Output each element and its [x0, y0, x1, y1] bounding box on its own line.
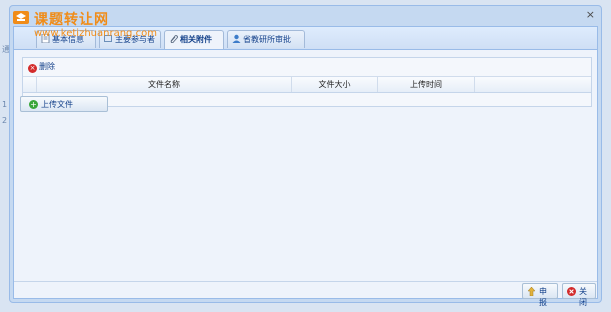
add-icon: + — [29, 100, 38, 109]
column-file-name[interactable]: 文件名称 — [37, 77, 292, 92]
dialog-body: 基本信息 主要参与者 相关附件 省教研所审批 × 删除 文件名称 文件大小 上传时… — [13, 26, 598, 307]
attachments-grid-header: 文件名称 文件大小 上传时间 — [23, 77, 591, 93]
dialog-window: 课题转让网 × www.ketizhuanrang.com 基本信息 主要参与者… — [9, 5, 602, 307]
submit-button[interactable]: 申报 — [522, 283, 558, 307]
tab-attachments[interactable]: 相关附件 — [164, 30, 224, 49]
tab-label: 省教研所审批 — [243, 35, 291, 44]
delete-icon: × — [28, 64, 37, 73]
column-upload-time[interactable]: 上传时间 — [378, 77, 475, 92]
close-icon[interactable]: × — [586, 8, 595, 21]
user-approve-icon — [232, 34, 241, 43]
watermark-url: www.ketizhuanrang.com — [34, 28, 157, 39]
background-row-number: 1 — [2, 100, 8, 109]
upload-file-button[interactable]: + 上传文件 — [20, 96, 108, 112]
dialog-footer: 申报 关闭 — [14, 281, 597, 307]
submit-label: 申报 — [539, 287, 547, 307]
delete-button[interactable]: × 删除 — [28, 61, 55, 73]
submit-icon — [527, 287, 536, 296]
delete-label: 删除 — [39, 62, 55, 71]
column-file-size[interactable]: 文件大小 — [292, 77, 378, 92]
paperclip-icon — [170, 35, 178, 43]
watermark-logo-icon — [13, 11, 29, 24]
close-label: 关闭 — [579, 287, 587, 307]
tab-provincial-approval[interactable]: 省教研所审批 — [227, 30, 305, 48]
upload-label: 上传文件 — [41, 100, 73, 109]
close-button[interactable]: 关闭 — [562, 283, 596, 307]
dialog-titlebar[interactable]: 课题转让网 × — [10, 6, 601, 28]
attachments-toolbar: × 删除 — [23, 58, 591, 77]
close-circle-icon — [567, 287, 576, 296]
background-row-number: 2 — [2, 116, 8, 125]
tab-label: 相关附件 — [180, 35, 212, 44]
grid-checkbox-column[interactable] — [23, 77, 37, 92]
